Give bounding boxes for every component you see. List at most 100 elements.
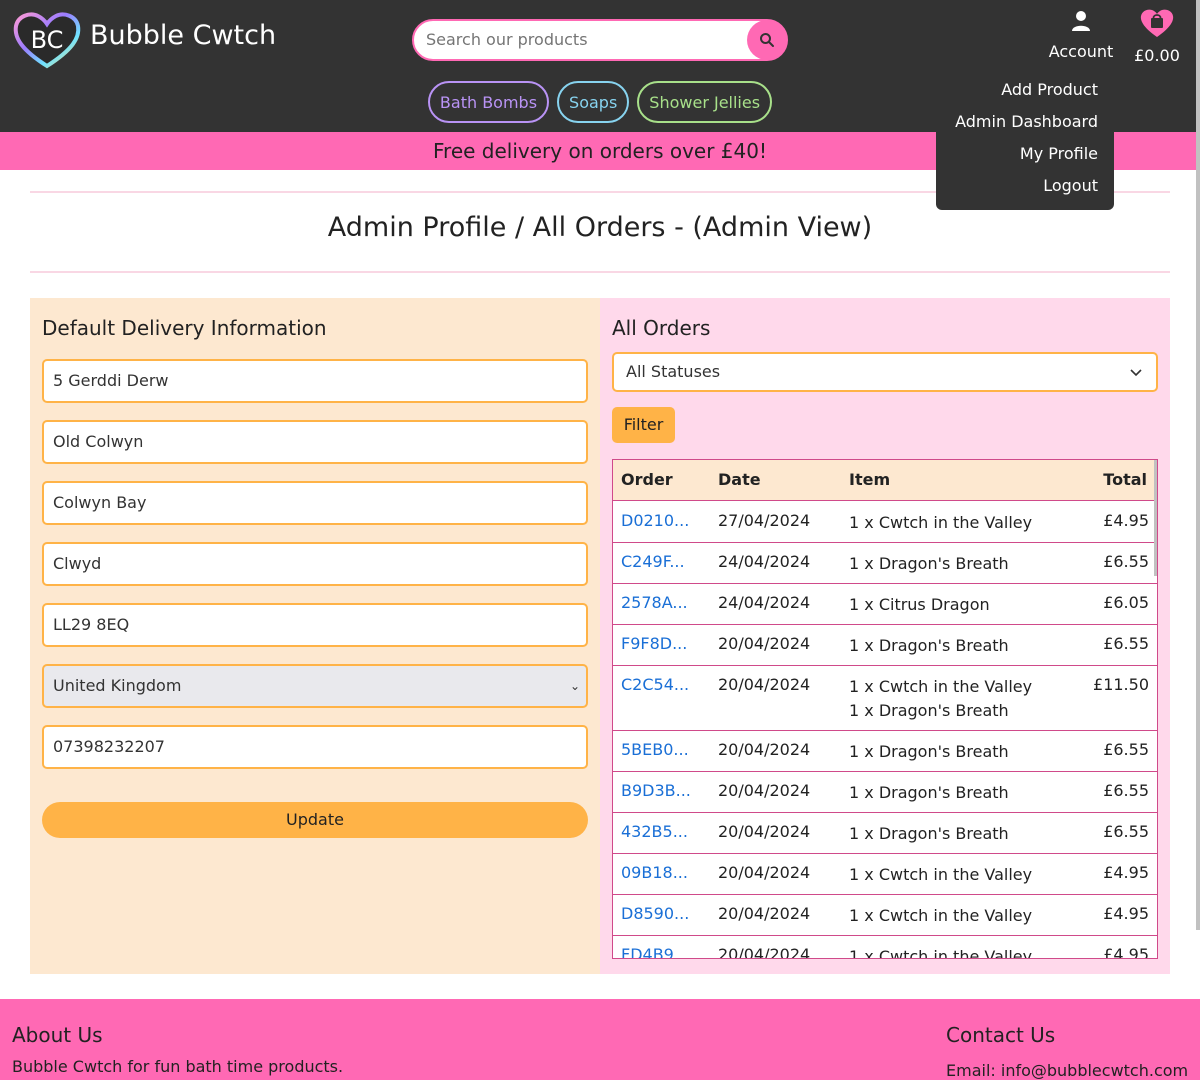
table-row: FD4B9... 20/04/2024 1 x Cwtch in the Valle… — [613, 936, 1157, 959]
bag-total: £0.00 — [1134, 46, 1180, 65]
order-date: 20/04/2024 — [718, 675, 811, 694]
table-header: Order Date Item Total — [613, 460, 1157, 501]
order-items: 1 x Dragon's Breath — [849, 552, 1009, 576]
page-scrollbar[interactable] — [1196, 0, 1200, 930]
col-total: Total — [1103, 470, 1147, 489]
order-id-link[interactable]: D8590... — [621, 904, 689, 923]
order-item: 1 x Dragon's Breath — [849, 701, 1009, 720]
county-field[interactable]: Clwyd — [42, 542, 588, 586]
order-items: 1 x Dragon's Breath — [849, 781, 1009, 805]
order-id-link[interactable]: 5BEB0... — [621, 740, 689, 759]
order-total: £6.55 — [1103, 552, 1149, 571]
order-id-link[interactable]: 2578A... — [621, 593, 688, 612]
account-dropdown: Add Product Admin Dashboard My Profile L… — [936, 74, 1114, 210]
dropdown-admin-dashboard[interactable]: Admin Dashboard — [936, 106, 1114, 138]
order-item: 1 x Citrus Dragon — [849, 595, 990, 614]
order-total: £6.55 — [1103, 740, 1149, 759]
order-date: 24/04/2024 — [718, 552, 811, 571]
order-item: 1 x Dragon's Breath — [849, 554, 1009, 573]
shopping-bag-button[interactable]: £0.00 — [1132, 8, 1182, 65]
order-total: £11.50 — [1093, 675, 1149, 694]
order-items: 1 x Cwtch in the Valley — [849, 945, 1032, 958]
brand-name[interactable]: Bubble Cwtch — [90, 20, 276, 51]
order-item: 1 x Dragon's Breath — [849, 824, 1009, 843]
orders-heading: All Orders — [612, 316, 711, 340]
country-value: United Kingdom — [53, 676, 182, 695]
order-items: 1 x Dragon's Breath — [849, 822, 1009, 846]
about-text: Bubble Cwtch for fun bath time products. — [12, 1057, 344, 1076]
order-id-link[interactable]: 432B5... — [621, 822, 688, 841]
orders-table[interactable]: Order Date Item Total D0210... 27/04/2024… — [612, 459, 1158, 959]
status-filter-value: All Statuses — [626, 362, 721, 381]
update-button[interactable]: Update — [42, 802, 588, 838]
table-row: D8590... 20/04/2024 1 x Cwtch in the Valle… — [613, 895, 1157, 936]
table-row: F9F8D... 20/04/2024 1 x Dragon's Breath £6.… — [613, 625, 1157, 666]
order-date: 20/04/2024 — [718, 822, 811, 841]
contact-email[interactable]: Email: info@bubblecwtch.com — [946, 1061, 1188, 1080]
order-total: £4.95 — [1103, 863, 1149, 882]
table-scrollbar[interactable] — [1154, 460, 1157, 576]
nav-shower-jellies[interactable]: Shower Jellies — [637, 81, 773, 123]
order-item: 1 x Cwtch in the Valley — [849, 677, 1033, 696]
country-select[interactable]: United Kingdom ⌄ — [42, 664, 588, 708]
order-item: 1 x Cwtch in the Valley — [849, 513, 1033, 532]
address-line1-field[interactable]: 5 Gerddi Derw — [42, 359, 588, 403]
town-field[interactable]: Colwyn Bay — [42, 481, 588, 525]
order-id-link[interactable]: FD4B9... — [621, 945, 689, 958]
site-footer: About Us Bubble Cwtch for fun bath time … — [0, 999, 1200, 1080]
nav-soaps[interactable]: Soaps — [557, 81, 630, 123]
dropdown-add-product[interactable]: Add Product — [936, 74, 1114, 106]
delivery-heading: Default Delivery Information — [42, 316, 327, 340]
account-menu-button[interactable]: Account — [1044, 10, 1118, 61]
heart-bag-icon — [1140, 9, 1174, 37]
order-items: 1 x Dragon's Breath — [849, 634, 1009, 658]
order-id-link[interactable]: B9D3B... — [621, 781, 691, 800]
dropdown-my-profile[interactable]: My Profile — [936, 138, 1114, 170]
table-row: 09B18... 20/04/2024 1 x Cwtch in the Valle… — [613, 854, 1157, 895]
chevron-down-icon: ⌄ — [569, 679, 580, 693]
search-input[interactable] — [426, 30, 746, 49]
order-id-link[interactable]: D0210... — [621, 511, 689, 530]
order-total: £6.55 — [1103, 634, 1149, 653]
order-total: £6.55 — [1103, 781, 1149, 800]
order-date: 20/04/2024 — [718, 740, 811, 759]
order-items: 1 x Cwtch in the Valley 1 x Dragon's Brea… — [849, 675, 1032, 723]
orders-panel: All Orders All Statuses Filter Order Dat… — [600, 298, 1170, 974]
order-items: 1 x Cwtch in the Valley — [849, 511, 1032, 535]
about-heading: About Us — [12, 1023, 103, 1047]
order-date: 20/04/2024 — [718, 634, 811, 653]
dropdown-logout[interactable]: Logout — [936, 170, 1114, 202]
account-label: Account — [1048, 42, 1114, 61]
filter-button[interactable]: Filter — [612, 407, 675, 443]
order-total: £4.95 — [1103, 945, 1149, 959]
order-id-link[interactable]: F9F8D... — [621, 634, 687, 653]
col-order: Order — [621, 470, 673, 489]
order-total: £6.05 — [1103, 593, 1149, 612]
postcode-field[interactable]: LL29 8EQ — [42, 603, 588, 647]
delivery-info-panel: Default Delivery Information 5 Gerddi De… — [30, 298, 600, 974]
order-id-link[interactable]: 09B18... — [621, 863, 688, 882]
search-button[interactable] — [747, 20, 787, 60]
col-item: Item — [849, 470, 891, 489]
col-date: Date — [718, 470, 761, 489]
table-row: B9D3B... 20/04/2024 1 x Dragon's Breath £6.… — [613, 772, 1157, 813]
phone-field[interactable]: 07398232207 — [42, 725, 588, 769]
contact-heading: Contact Us — [946, 1023, 1056, 1047]
order-total: £4.95 — [1103, 511, 1149, 530]
page-title: Admin Profile / All Orders - (Admin View… — [327, 212, 873, 243]
order-items: 1 x Dragon's Breath — [849, 740, 1009, 764]
order-date: 20/04/2024 — [718, 904, 811, 923]
address-line2-field[interactable]: Old Colwyn — [42, 420, 588, 464]
order-item: 1 x Cwtch in the Valley — [849, 906, 1033, 925]
status-filter-select[interactable]: All Statuses — [612, 352, 1158, 392]
order-id-link[interactable]: C249F... — [621, 552, 685, 571]
table-row: 432B5... 20/04/2024 1 x Dragon's Breath £6.… — [613, 813, 1157, 854]
order-date: 27/04/2024 — [718, 511, 811, 530]
logo-heart-icon[interactable]: BC — [12, 10, 82, 70]
chevron-down-icon — [1130, 354, 1142, 390]
order-id-link[interactable]: C2C54... — [621, 675, 689, 694]
table-row: 5BEB0... 20/04/2024 1 x Dragon's Breath £6.… — [613, 731, 1157, 772]
table-row: 2578A... 24/04/2024 1 x Citrus Dragon £6.05 — [613, 584, 1157, 625]
nav-bath-bombs[interactable]: Bath Bombs — [427, 81, 550, 123]
order-date: 20/04/2024 — [718, 863, 811, 882]
